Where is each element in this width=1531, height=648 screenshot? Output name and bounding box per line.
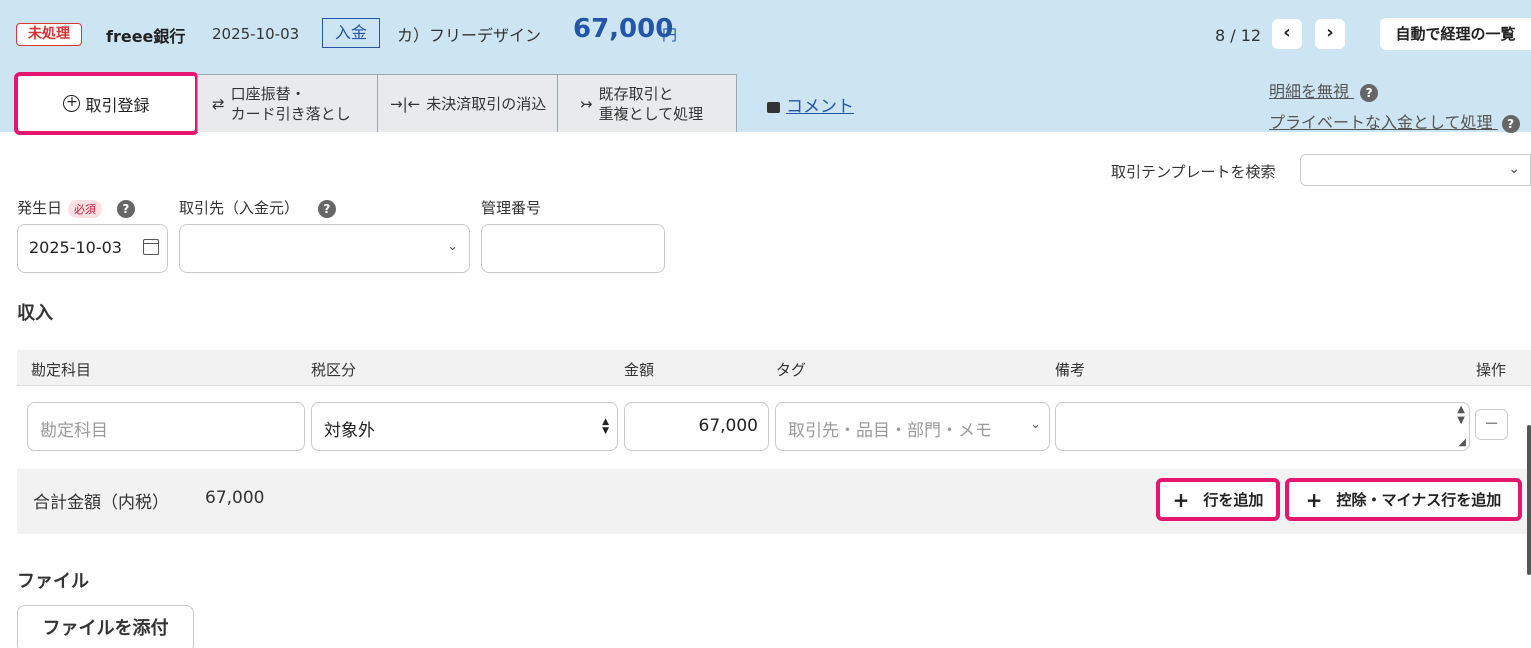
- chevron-left-icon: ‹: [1283, 22, 1291, 43]
- plus-icon: +: [1172, 487, 1190, 512]
- total-label: 合計金額（内税）: [33, 493, 169, 513]
- amount-input[interactable]: 67,000: [624, 402, 769, 451]
- merge-icon: →|←: [390, 94, 421, 113]
- column-header-note: 備考: [1055, 361, 1086, 379]
- add-minus-row-button[interactable]: + 控除・マイナス行を追加: [1285, 478, 1522, 521]
- comment-link[interactable]: コメント: [767, 92, 854, 117]
- partner-label-text: 取引先（入金元）: [179, 199, 300, 217]
- tab-register-transaction[interactable]: + 取引登録: [14, 72, 199, 135]
- ignore-label: 明細を無視: [1269, 82, 1350, 101]
- chevron-right-icon: ›: [1326, 22, 1334, 43]
- partner-select[interactable]: ⌄: [179, 224, 470, 273]
- help-icon[interactable]: ?: [116, 199, 135, 218]
- tag-select[interactable]: 取引先・品目・部門・メモ ⌄: [775, 402, 1050, 451]
- tax-select[interactable]: 対象外 ▲ ▼: [311, 402, 618, 451]
- table-header: [17, 350, 1531, 386]
- tab-label-line2: 重複として処理: [598, 104, 704, 123]
- column-header-account: 勘定科目: [31, 361, 92, 379]
- add-row-label: 行を追加: [1203, 491, 1264, 509]
- total-value: 67,000: [205, 488, 265, 508]
- add-minus-row-label: 控除・マイナス行を追加: [1336, 491, 1502, 509]
- transfer-icon: ⇄: [212, 94, 225, 113]
- auto-accounting-list-button[interactable]: 自動で経理の一覧: [1380, 18, 1531, 50]
- plus-circle-icon: +: [63, 95, 81, 112]
- comment-label: コメント: [786, 97, 854, 117]
- tab-clear-unsettled[interactable]: →|← 未決済取引の消込: [377, 74, 558, 132]
- date-label-text: 発生日: [17, 199, 63, 217]
- tag-placeholder: 取引先・品目・部門・メモ: [788, 421, 992, 441]
- chevron-down-icon: ⌄: [1030, 417, 1041, 432]
- income-section-title: 収入: [17, 303, 53, 324]
- pager-text: 8 / 12: [1215, 26, 1262, 45]
- transaction-amount: 67,000: [573, 14, 674, 44]
- add-row-button[interactable]: + 行を追加: [1156, 478, 1280, 521]
- private-income-link[interactable]: プライベートな入金として処理 ?: [1269, 109, 1520, 133]
- file-section-title: ファイル: [17, 571, 89, 592]
- scrollbar-thumb[interactable]: [1527, 425, 1531, 575]
- next-button[interactable]: ›: [1315, 19, 1345, 49]
- account-input[interactable]: 勘定科目: [27, 402, 305, 451]
- attach-file-button[interactable]: ファイルを添付: [17, 605, 194, 648]
- ref-number-field[interactable]: [481, 224, 665, 273]
- payee-name: カ）フリーデザイン: [397, 26, 542, 45]
- tax-value: 対象外: [324, 421, 375, 441]
- help-icon[interactable]: ?: [317, 199, 336, 218]
- bank-name: freee銀行: [106, 27, 186, 46]
- resize-handle-icon[interactable]: ◢: [1458, 437, 1466, 448]
- account-placeholder: 勘定科目: [40, 421, 108, 441]
- status-badge: 未処理: [16, 23, 82, 46]
- ignore-statement-link[interactable]: 明細を無視 ?: [1269, 78, 1379, 102]
- tab-duplicate-existing[interactable]: ↣ 既存取引と 重複として処理: [557, 74, 737, 132]
- prev-button[interactable]: ‹: [1272, 19, 1302, 49]
- split-icon: ↣: [580, 94, 593, 113]
- column-header-tag: タグ: [776, 361, 807, 379]
- transaction-type-chip: 入金: [322, 18, 380, 48]
- currency-unit: 円: [662, 26, 678, 44]
- column-header-tax: 税区分: [311, 361, 357, 379]
- amount-value: 67,000: [698, 416, 758, 436]
- note-textarea[interactable]: ▲ ▼ ◢: [1055, 402, 1470, 451]
- plus-icon: +: [1305, 487, 1323, 512]
- private-label: プライベートな入金として処理: [1269, 113, 1493, 132]
- remove-row-button[interactable]: −: [1475, 409, 1508, 440]
- ref-number-label: 管理番号: [481, 199, 542, 217]
- minus-icon: −: [1483, 413, 1500, 434]
- help-icon[interactable]: ?: [1501, 114, 1520, 133]
- chevron-down-icon: ⌄: [1508, 161, 1520, 177]
- help-icon[interactable]: ?: [1360, 83, 1379, 102]
- chevron-down-icon: ⌄: [447, 239, 458, 254]
- template-search-select[interactable]: ⌄: [1300, 154, 1531, 186]
- date-value: 2025-10-03: [29, 238, 122, 257]
- textarea-spinner-icon[interactable]: ▲ ▼: [1457, 404, 1465, 426]
- template-search-label: 取引テンプレートを検索: [1111, 163, 1276, 181]
- tab-label-line1: 口座振替・: [230, 84, 306, 103]
- tab-label-line1: 既存取引と: [598, 84, 674, 103]
- tab-label: 取引登録: [85, 95, 150, 115]
- partner-label: 取引先（入金元） ?: [179, 197, 336, 218]
- date-field[interactable]: 2025-10-03: [17, 224, 168, 273]
- transaction-date: 2025-10-03: [212, 25, 300, 43]
- required-badge: 必須: [68, 199, 103, 218]
- date-label: 発生日 必須 ?: [17, 197, 135, 218]
- tab-account-transfer[interactable]: ⇄ 口座振替・ カード引き落とし: [197, 74, 378, 132]
- tab-label-line2: カード引き落とし: [230, 104, 351, 123]
- calendar-icon[interactable]: [143, 239, 159, 255]
- column-header-amount: 金額: [624, 361, 655, 379]
- comment-icon: [767, 101, 780, 113]
- column-header-actions: 操作: [1476, 361, 1507, 379]
- select-arrows-icon: ▲ ▼: [602, 417, 609, 436]
- tab-label: 未決済取引の消込: [426, 95, 547, 113]
